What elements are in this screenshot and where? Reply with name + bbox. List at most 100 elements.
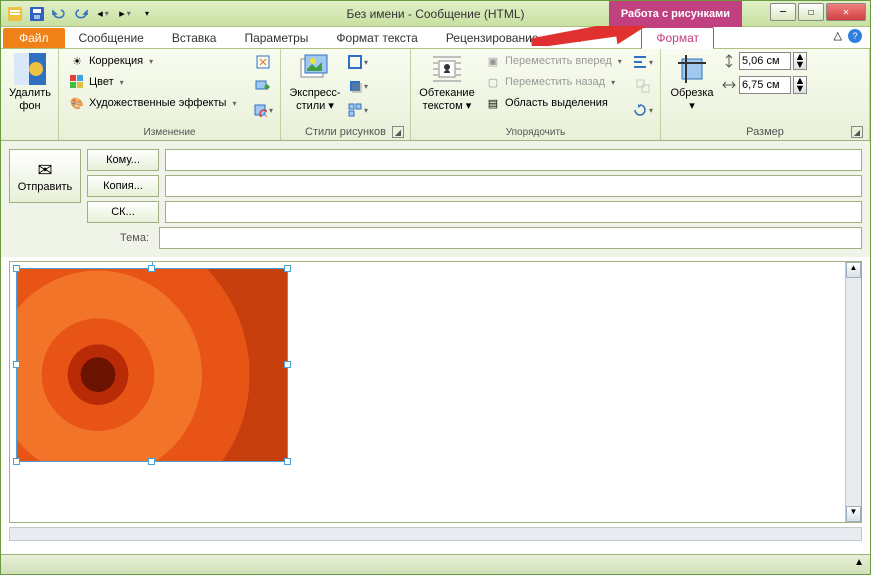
quick-styles-button[interactable]: Экспресс-стили ▾	[287, 51, 343, 114]
picture-border-icon[interactable]	[347, 51, 369, 73]
mail-header: ✉ Отправить Кому... Копия... СК... Тема:	[1, 141, 870, 257]
bcc-input[interactable]	[165, 201, 862, 223]
bcc-button[interactable]: СК...	[87, 201, 159, 223]
wrap-text-label: Обтекание текстом	[419, 87, 474, 112]
horizontal-scrollbar[interactable]	[9, 527, 862, 541]
picture-effects-icon[interactable]	[347, 75, 369, 97]
artistic-effects-button[interactable]: 🎨Художественные эффекты	[65, 93, 248, 113]
titlebar: ◂ ▸ ▾ Без имени - Сообщение (HTML) Работ…	[1, 1, 870, 27]
cc-input[interactable]	[165, 175, 862, 197]
tab-insert[interactable]: Вставка	[158, 28, 231, 48]
bring-forward-button: ▣Переместить вперед	[481, 51, 628, 71]
to-input[interactable]	[165, 149, 862, 171]
tab-format[interactable]: Формат	[641, 27, 714, 49]
change-picture-icon[interactable]	[252, 75, 274, 97]
group-size: Обрезка ▾ ▲▼ ▲▼ Размер ◢	[661, 49, 870, 140]
reset-picture-icon[interactable]	[252, 99, 274, 121]
wrap-text-button[interactable]: Обтекание текстом ▾	[417, 51, 477, 114]
height-input[interactable]	[739, 52, 791, 70]
picture-layout-icon[interactable]	[347, 99, 369, 121]
resize-handle-n[interactable]	[148, 265, 155, 272]
selected-image[interactable]	[16, 268, 288, 462]
group-icon	[632, 75, 654, 97]
height-icon	[721, 53, 737, 69]
minimize-button[interactable]: ─	[770, 3, 796, 21]
qat-prev-icon[interactable]: ◂	[93, 4, 113, 24]
width-spinner[interactable]: ▲▼	[793, 76, 807, 94]
subject-input[interactable]	[159, 227, 862, 249]
quick-access-toolbar: ◂ ▸ ▾	[1, 4, 161, 24]
group-change: ☀Коррекция Цвет 🎨Художественные эффекты …	[59, 49, 281, 140]
bring-forward-label: Переместить вперед	[505, 55, 612, 67]
width-icon	[721, 77, 737, 93]
crop-button[interactable]: Обрезка ▾	[667, 51, 717, 114]
qat-app-icon[interactable]	[5, 4, 25, 24]
window-controls: ─ ☐ ✕	[770, 3, 866, 21]
expand-icon[interactable]: ▲	[854, 557, 864, 568]
size-dialog-launcher[interactable]: ◢	[851, 126, 863, 138]
ribbon-tabs: Файл Сообщение Вставка Параметры Формат …	[1, 27, 870, 49]
compress-pictures-icon[interactable]	[252, 51, 274, 73]
help-icon[interactable]: ?	[848, 29, 862, 43]
tab-options[interactable]: Параметры	[230, 28, 322, 48]
resize-handle-w[interactable]	[13, 361, 20, 368]
remove-background-button[interactable]: Удалить фон	[7, 51, 53, 114]
tab-review[interactable]: Рецензирование	[432, 28, 553, 48]
group-styles-label: Стили рисунков	[305, 126, 386, 138]
qat-next-icon[interactable]: ▸	[115, 4, 135, 24]
to-button[interactable]: Кому...	[87, 149, 159, 171]
crop-label: Обрезка	[670, 87, 713, 99]
quick-styles-label: Экспресс-стили	[289, 87, 340, 112]
corrections-button[interactable]: ☀Коррекция	[65, 51, 248, 71]
artistic-label: Художественные эффекты	[89, 97, 226, 109]
color-label: Цвет	[89, 76, 114, 88]
resize-handle-sw[interactable]	[13, 458, 20, 465]
close-button[interactable]: ✕	[826, 3, 866, 21]
message-body[interactable]: ▲ ▼	[9, 261, 862, 523]
resize-handle-se[interactable]	[284, 458, 291, 465]
group-remove-bg: Удалить фон	[1, 49, 59, 140]
send-backward-label: Переместить назад	[505, 76, 605, 88]
group-change-label: Изменение	[65, 126, 274, 140]
send-backward-button: ▢Переместить назад	[481, 72, 628, 92]
cc-button[interactable]: Копия...	[87, 175, 159, 197]
vertical-scrollbar[interactable]: ▲ ▼	[845, 262, 861, 522]
color-button[interactable]: Цвет	[65, 72, 248, 92]
width-input[interactable]	[739, 76, 791, 94]
qat-redo-icon[interactable]	[71, 4, 91, 24]
contextual-tab-title: Работа с рисунками	[609, 1, 742, 27]
scroll-up-icon[interactable]: ▲	[846, 262, 861, 278]
styles-dialog-launcher[interactable]: ◢	[392, 126, 404, 138]
ribbon: Удалить фон ☀Коррекция Цвет 🎨Художествен…	[1, 49, 870, 141]
resize-handle-e[interactable]	[284, 361, 291, 368]
qat-save-icon[interactable]	[27, 4, 47, 24]
resize-handle-nw[interactable]	[13, 265, 20, 272]
qat-customize-icon[interactable]: ▾	[137, 4, 157, 24]
tab-format-text[interactable]: Формат текста	[322, 28, 431, 48]
group-arrange: Обтекание текстом ▾ ▣Переместить вперед …	[411, 49, 661, 140]
resize-handle-s[interactable]	[148, 458, 155, 465]
tab-message[interactable]: Сообщение	[65, 28, 158, 48]
qat-undo-icon[interactable]	[49, 4, 69, 24]
send-button[interactable]: ✉ Отправить	[9, 149, 81, 203]
selection-pane-button[interactable]: ▤Область выделения	[481, 93, 628, 113]
send-label: Отправить	[18, 181, 73, 193]
maximize-button[interactable]: ☐	[798, 3, 824, 21]
height-spinner[interactable]: ▲▼	[793, 52, 807, 70]
scroll-down-icon[interactable]: ▼	[846, 506, 861, 522]
ribbon-minimize-icon[interactable]: △	[834, 29, 842, 43]
group-arrange-label: Упорядочить	[417, 126, 654, 140]
group-size-label: Размер	[746, 126, 784, 138]
envelope-icon: ✉	[37, 160, 52, 181]
file-tab[interactable]: Файл	[3, 28, 65, 48]
group-picture-styles: Экспресс-стили ▾ Стили рисунков ◢	[281, 49, 411, 140]
flower-image	[17, 269, 287, 461]
window-title: Без имени - Сообщение (HTML)	[346, 7, 524, 21]
subject-label: Тема:	[9, 232, 159, 244]
align-icon[interactable]	[632, 51, 654, 73]
rotate-icon[interactable]	[632, 99, 654, 121]
statusbar: ▲	[1, 554, 870, 574]
resize-handle-ne[interactable]	[284, 265, 291, 272]
tab-icp[interactable]: ICP	[553, 28, 601, 48]
remove-bg-label: Удалить фон	[9, 87, 51, 112]
